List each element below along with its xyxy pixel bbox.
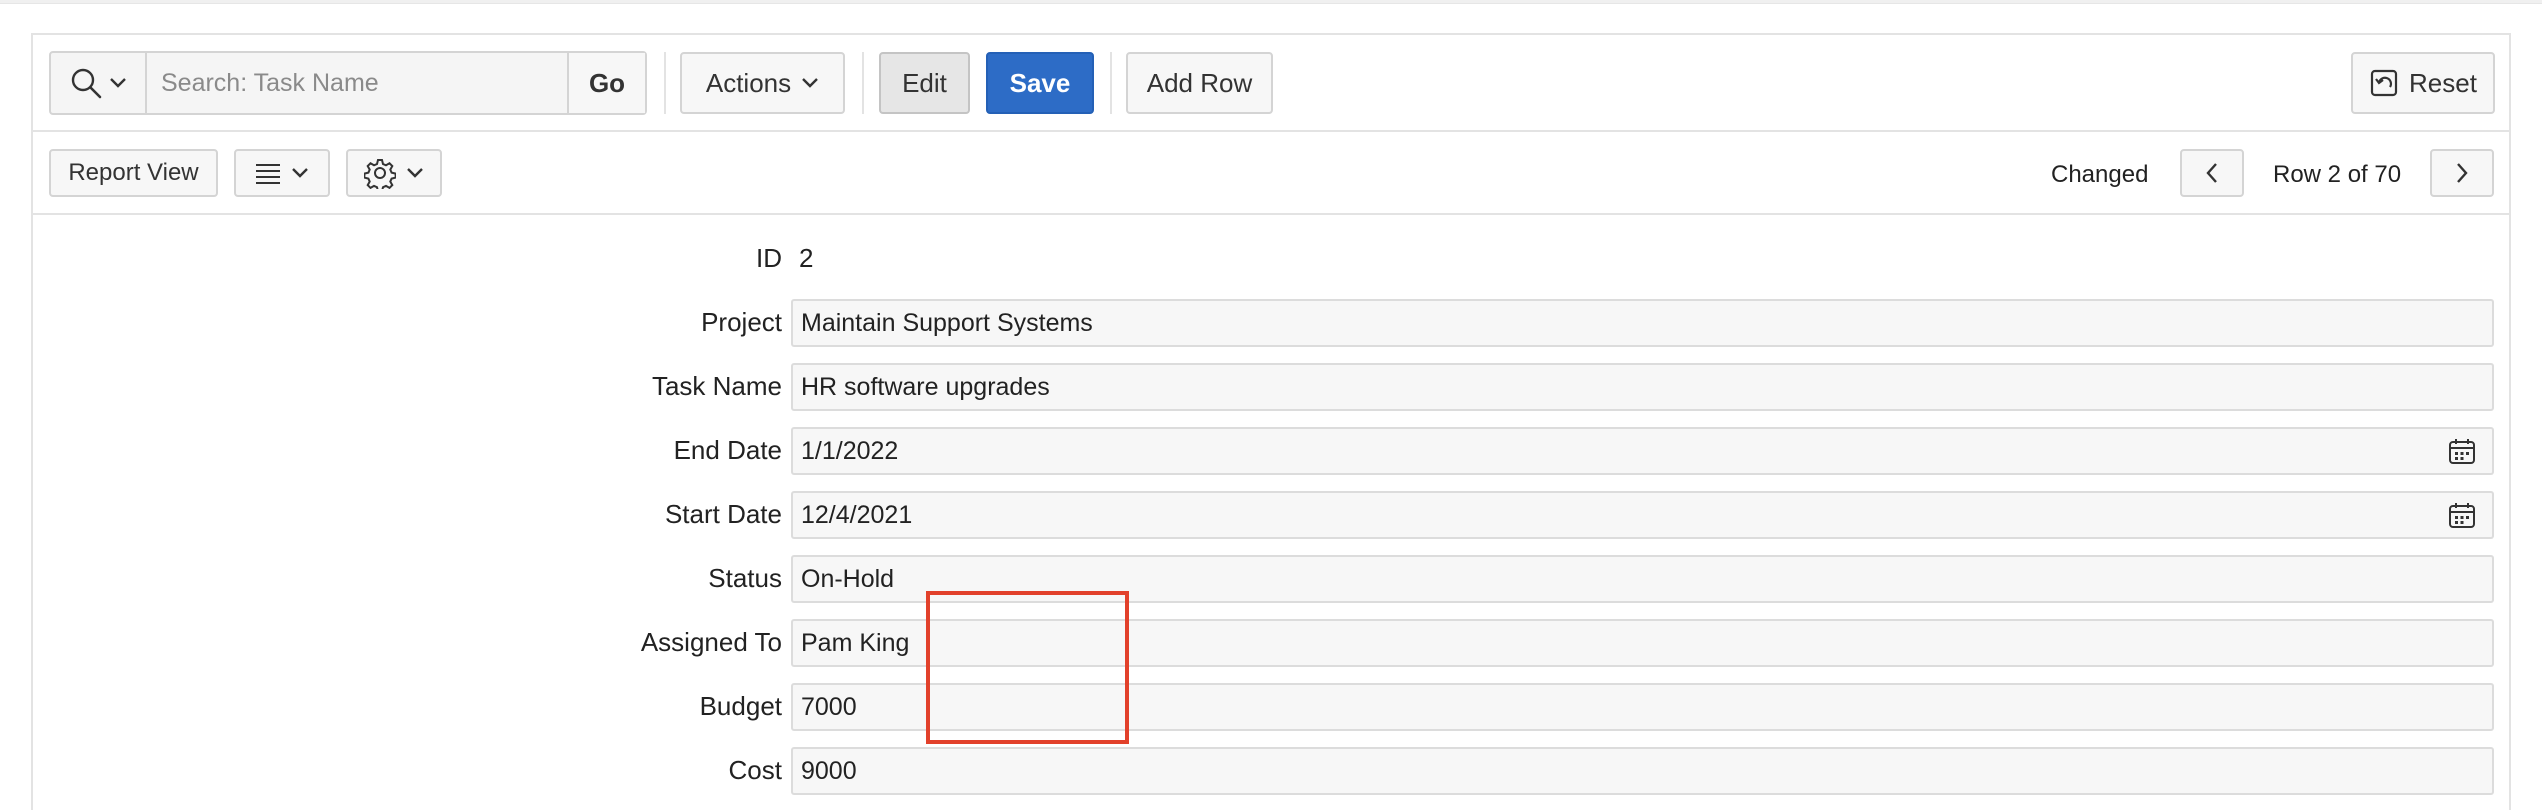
form-row-start-date: Start Date 12/4/2021 xyxy=(33,488,2509,540)
add-row-label: Add Row xyxy=(1146,67,1253,98)
task-name-field[interactable]: HR software upgrades xyxy=(791,363,2494,411)
field-label: Cost xyxy=(728,754,782,785)
chevron-down-icon xyxy=(109,77,127,89)
reset-icon xyxy=(2369,68,2399,98)
row-indicator: Row 2 of 70 xyxy=(2273,161,2402,188)
toolbar-divider xyxy=(862,52,864,114)
reset-button[interactable]: Reset xyxy=(2351,52,2495,114)
field-label: Budget xyxy=(699,690,782,721)
field-label: Status xyxy=(708,562,782,593)
search-group: Go xyxy=(49,51,647,115)
report-view-button[interactable]: Report View xyxy=(49,149,218,197)
budget-field[interactable]: 7000 xyxy=(791,683,2494,731)
assigned-to-field[interactable]: Pam King xyxy=(791,619,2494,667)
search-input[interactable] xyxy=(147,53,567,113)
start-date-calendar-button[interactable] xyxy=(2432,491,2494,539)
chevron-left-icon xyxy=(2205,162,2219,184)
search-icon xyxy=(69,66,103,100)
save-label: Save xyxy=(1009,67,1071,98)
calendar-icon xyxy=(2448,501,2476,529)
settings-menu-button[interactable] xyxy=(346,149,442,197)
save-button[interactable]: Save xyxy=(986,52,1094,114)
form-row-cost: Cost 9000 xyxy=(33,744,2509,796)
calendar-icon xyxy=(2448,437,2476,465)
actions-label: Actions xyxy=(705,67,792,98)
cost-field[interactable]: 9000 xyxy=(791,747,2494,795)
next-row-button[interactable] xyxy=(2430,149,2494,197)
end-date-calendar-button[interactable] xyxy=(2432,427,2494,475)
top-border xyxy=(0,0,2542,4)
gear-icon xyxy=(364,157,396,189)
chevron-down-icon xyxy=(291,167,309,179)
edit-label: Edit xyxy=(902,67,947,98)
chevron-down-icon xyxy=(406,167,424,179)
start-date-field[interactable]: 12/4/2021 xyxy=(791,491,2434,539)
previous-row-button[interactable] xyxy=(2180,149,2244,197)
chevron-right-icon xyxy=(2455,162,2469,184)
record-toolbar: Report View Changed Row 2 of 70 xyxy=(33,132,2509,215)
form-row-budget: Budget 7000 xyxy=(33,680,2509,732)
edit-button[interactable]: Edit xyxy=(879,52,970,114)
project-field[interactable]: Maintain Support Systems xyxy=(791,299,2494,347)
form-row-end-date: End Date 1/1/2022 xyxy=(33,424,2509,476)
field-label: Start Date xyxy=(664,498,782,529)
actions-menu-button[interactable]: Actions xyxy=(680,52,845,114)
field-label: Assigned To xyxy=(640,626,782,657)
go-button[interactable]: Go xyxy=(567,53,645,113)
field-label: ID xyxy=(756,242,782,273)
interactive-grid-region: Go Actions Edit Save Add Row xyxy=(31,33,2511,810)
search-column-menu-button[interactable] xyxy=(51,53,147,113)
field-label: Task Name xyxy=(651,370,782,401)
form-row-status: Status On-Hold xyxy=(33,552,2509,604)
end-date-field[interactable]: 1/1/2022 xyxy=(791,427,2434,475)
main-toolbar: Go Actions Edit Save Add Row xyxy=(33,35,2509,132)
toolbar-divider xyxy=(664,52,666,114)
chevron-down-icon xyxy=(801,77,819,89)
reset-label: Reset xyxy=(2409,67,2477,98)
add-row-button[interactable]: Add Row xyxy=(1126,52,1273,114)
form-row-id: ID 2 xyxy=(33,232,2509,284)
lines-icon xyxy=(255,162,281,184)
field-label: Project xyxy=(701,306,782,337)
id-display-value: 2 xyxy=(799,242,814,273)
field-label: End Date xyxy=(673,434,782,465)
status-field[interactable]: On-Hold xyxy=(791,555,2494,603)
view-selector-button[interactable] xyxy=(234,149,330,197)
form-row-assigned-to: Assigned To Pam King xyxy=(33,616,2509,668)
report-view-label: Report View xyxy=(68,159,199,186)
form-row-project: Project Maintain Support Systems xyxy=(33,296,2509,348)
toolbar-divider xyxy=(1110,52,1112,114)
record-status-text: Changed xyxy=(2051,161,2149,188)
form-row-task-name: Task Name HR software upgrades xyxy=(33,360,2509,412)
